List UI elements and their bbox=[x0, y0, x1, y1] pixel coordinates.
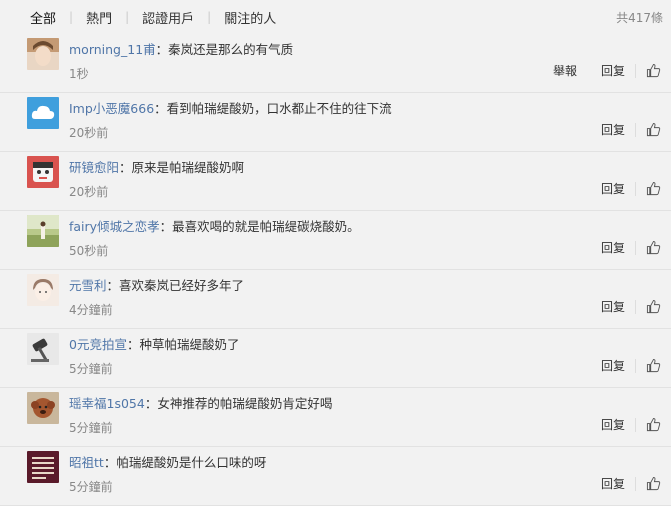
avatar[interactable] bbox=[27, 38, 59, 70]
divider bbox=[635, 417, 636, 432]
comment-item: 元雪利：喜欢秦岚已经好多年了 4分鐘前 回复 bbox=[0, 270, 671, 329]
divider bbox=[635, 122, 636, 137]
comment-line: 昭祖tt：帕瑞缇酸奶是什么口味的呀 bbox=[69, 452, 266, 471]
divider bbox=[635, 358, 636, 373]
comment-text: ：原来是帕瑞缇酸奶啊 bbox=[119, 160, 245, 175]
username-link[interactable]: 研镜愈阳 bbox=[69, 160, 119, 175]
comment-line: 研镜愈阳：原来是帕瑞缇酸奶啊 bbox=[69, 157, 244, 176]
reply-button[interactable]: 回复 bbox=[601, 357, 625, 374]
comment-item: morning_11甫：秦岚还是那么的有气质 1秒 舉報 回复 bbox=[0, 34, 671, 93]
cloud-logo-icon bbox=[27, 97, 59, 129]
comment-item: 研镜愈阳：原来是帕瑞缇酸奶啊 20秒前 回复 bbox=[0, 152, 671, 211]
tab-hot[interactable]: 熱門 bbox=[86, 8, 112, 27]
reply-button[interactable]: 回复 bbox=[601, 475, 625, 492]
avatar[interactable] bbox=[27, 156, 59, 188]
thumbs-up-icon[interactable] bbox=[646, 417, 661, 432]
avatar[interactable] bbox=[27, 333, 59, 365]
comment-total-count: 共417條 bbox=[616, 11, 663, 25]
comment-actions: 回复 bbox=[601, 180, 661, 197]
reply-button[interactable]: 回复 bbox=[601, 239, 625, 256]
reply-button[interactable]: 回复 bbox=[601, 121, 625, 138]
comment-text: ：秦岚还是那么的有气质 bbox=[155, 42, 294, 57]
comment-line: 元雪利：喜欢秦岚已经好多年了 bbox=[69, 275, 244, 294]
comment-filter-tabs: 全部 | 熱門 | 認證用戶 | 關注的人 共417條 bbox=[0, 0, 671, 34]
comment-line: 0元竞拍宣：种草帕瑞缇酸奶了 bbox=[69, 334, 239, 353]
tab-separator: | bbox=[207, 10, 212, 24]
comment-actions: 舉報 回复 bbox=[553, 62, 661, 79]
report-button[interactable]: 舉報 bbox=[553, 62, 577, 79]
username-link[interactable]: 瑶幸福1s054 bbox=[69, 396, 145, 411]
comment-item: 昭祖tt：帕瑞缇酸奶是什么口味的呀 5分鐘前 回复 bbox=[0, 447, 671, 506]
tab-verified-users[interactable]: 認證用戶 bbox=[142, 8, 194, 27]
reply-button[interactable]: 回复 bbox=[601, 62, 625, 79]
comment-text: ：喜欢秦岚已经好多年了 bbox=[106, 278, 245, 293]
divider bbox=[635, 299, 636, 314]
comment-actions: 回复 bbox=[601, 239, 661, 256]
tab-separator: | bbox=[69, 10, 74, 24]
thumbs-up-icon[interactable] bbox=[646, 122, 661, 137]
comment-text: ：看到帕瑞缇酸奶，口水都止不住的往下流 bbox=[154, 101, 392, 116]
divider bbox=[635, 240, 636, 255]
reply-button[interactable]: 回复 bbox=[601, 298, 625, 315]
comment-line: morning_11甫：秦岚还是那么的有气质 bbox=[69, 39, 293, 58]
username-link[interactable]: fairy倾城之恋孝 bbox=[69, 219, 160, 234]
divider bbox=[635, 181, 636, 196]
username-link[interactable]: 元雪利 bbox=[69, 278, 107, 293]
comment-time: 20秒前 bbox=[69, 126, 109, 140]
comment-actions: 回复 bbox=[601, 416, 661, 433]
thumbs-up-icon[interactable] bbox=[646, 476, 661, 491]
comment-line: 瑶幸福1s054：女神推荐的帕瑞缇酸奶肯定好喝 bbox=[69, 393, 332, 412]
comment-item: 瑶幸福1s054：女神推荐的帕瑞缇酸奶肯定好喝 5分鐘前 回复 bbox=[0, 388, 671, 447]
comment-text: ：种草帕瑞缇酸奶了 bbox=[126, 337, 240, 352]
reply-button[interactable]: 回复 bbox=[601, 416, 625, 433]
girl-sketch-icon bbox=[27, 274, 59, 306]
cartoon-face-icon bbox=[27, 156, 59, 188]
avatar[interactable] bbox=[27, 451, 59, 483]
username-link[interactable]: morning_11甫 bbox=[69, 42, 156, 57]
comment-list: morning_11甫：秦岚还是那么的有气质 1秒 舉報 回复 Imp小恶魔66… bbox=[0, 34, 671, 506]
comment-time: 4分鐘前 bbox=[69, 303, 113, 317]
thumbs-up-icon[interactable] bbox=[646, 299, 661, 314]
avatar[interactable] bbox=[27, 274, 59, 306]
tab-separator: | bbox=[125, 10, 130, 24]
avatar[interactable] bbox=[27, 215, 59, 247]
comment-line: fairy倾城之恋孝：最喜欢喝的就是帕瑞缇碳烧酸奶。 bbox=[69, 216, 360, 235]
comment-item: 0元竞拍宣：种草帕瑞缇酸奶了 5分鐘前 回复 bbox=[0, 329, 671, 388]
comment-text: ：帕瑞缇酸奶是什么口味的呀 bbox=[103, 455, 267, 470]
comment-actions: 回复 bbox=[601, 357, 661, 374]
thumbs-up-icon[interactable] bbox=[646, 358, 661, 373]
field-photo-icon bbox=[27, 215, 59, 247]
comment-time: 50秒前 bbox=[69, 244, 109, 258]
comment-text: ：女神推荐的帕瑞缇酸奶肯定好喝 bbox=[144, 396, 333, 411]
comment-time: 5分鐘前 bbox=[69, 421, 113, 435]
comment-line: Imp小恶魔666：看到帕瑞缇酸奶，口水都止不住的往下流 bbox=[69, 98, 392, 117]
text-badge-icon bbox=[27, 451, 59, 483]
thumbs-up-icon[interactable] bbox=[646, 240, 661, 255]
comment-time: 20秒前 bbox=[69, 185, 109, 199]
thumbs-up-icon[interactable] bbox=[646, 181, 661, 196]
comment-actions: 回复 bbox=[601, 475, 661, 492]
divider bbox=[635, 63, 636, 78]
comment-actions: 回复 bbox=[601, 298, 661, 315]
woman-photo-icon bbox=[27, 38, 59, 70]
comment-time: 1秒 bbox=[69, 67, 89, 81]
comment-text: ：最喜欢喝的就是帕瑞缇碳烧酸奶。 bbox=[159, 219, 360, 234]
comment-actions: 回复 bbox=[601, 121, 661, 138]
thumbs-up-icon[interactable] bbox=[646, 63, 661, 78]
avatar[interactable] bbox=[27, 392, 59, 424]
username-link[interactable]: 昭祖tt bbox=[69, 455, 104, 470]
comment-item: fairy倾城之恋孝：最喜欢喝的就是帕瑞缇碳烧酸奶。 50秒前 回复 bbox=[0, 211, 671, 270]
username-link[interactable]: Imp小恶魔666 bbox=[69, 101, 154, 116]
username-link[interactable]: 0元竞拍宣 bbox=[69, 337, 127, 352]
gavel-photo-icon bbox=[27, 333, 59, 365]
tab-following[interactable]: 關注的人 bbox=[224, 8, 276, 27]
comment-item: Imp小恶魔666：看到帕瑞缇酸奶，口水都止不住的往下流 20秒前 回复 bbox=[0, 93, 671, 152]
tab-all[interactable]: 全部 bbox=[30, 8, 56, 27]
comment-time: 5分鐘前 bbox=[69, 362, 113, 376]
avatar[interactable] bbox=[27, 97, 59, 129]
dog-photo-icon bbox=[27, 392, 59, 424]
comment-time: 5分鐘前 bbox=[69, 480, 113, 494]
reply-button[interactable]: 回复 bbox=[601, 180, 625, 197]
divider bbox=[635, 476, 636, 491]
